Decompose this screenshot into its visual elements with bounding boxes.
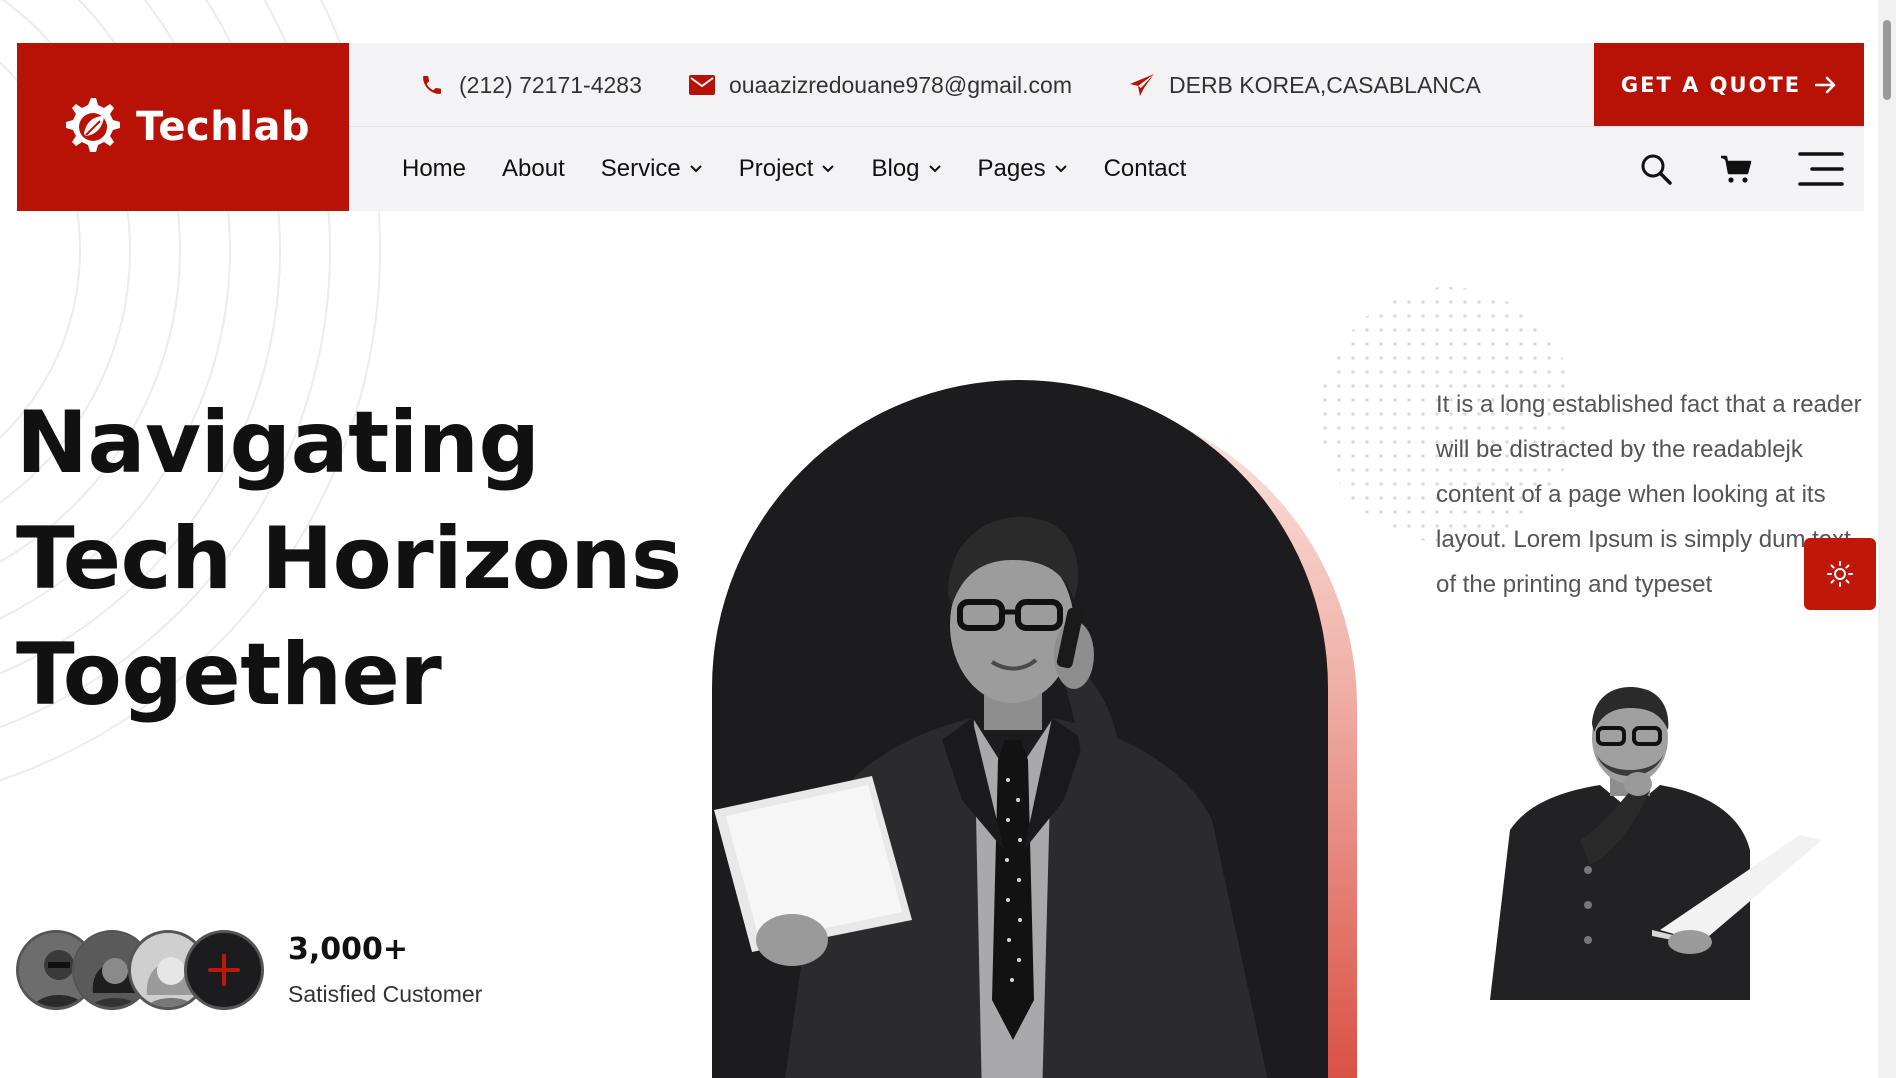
add-customer-button[interactable] [184,930,264,1010]
email-contact[interactable]: ouaazizredouane978@gmail.com [689,43,1072,127]
phone-icon [419,72,445,98]
hero-image [712,380,1328,1078]
customers-block: 3,000+ Satisfied Customer [16,930,482,1010]
nav-item-contact[interactable]: Contact [1104,155,1187,183]
arrow-right-icon [1815,76,1836,93]
phone-contact[interactable]: (212) 72171-4283 [419,43,642,127]
chevron-down-icon [822,165,835,173]
businessman-illustration [714,516,1268,1078]
quote-label: GET A QUOTE [1620,72,1802,97]
chevron-down-icon [928,165,941,173]
nav-item-about[interactable]: About [502,155,565,183]
customers-count: 3,000+ [288,932,409,967]
chevron-down-icon [1054,165,1067,173]
nav-tools [1638,127,1844,211]
site-header: Techlab (212) 72171-4283 ouaazizredouane… [17,43,1864,211]
email-text: ouaazizredouane978@gmail.com [729,71,1073,98]
page-scrollbar[interactable] [1878,0,1896,1078]
man-with-laptop-illustration [1490,687,1822,1000]
plus-icon [208,954,240,986]
customers-text: 3,000+ Satisfied Customer [288,930,548,1008]
nav-item-blog[interactable]: Blog [871,155,941,183]
hero-title-line: Navigating [16,393,540,493]
sun-icon [1827,561,1853,587]
hero-title-line: Tech Horizons [16,509,682,609]
cart-icon[interactable] [1718,151,1754,187]
main-nav: Home About Service Project Blog Pages Co… [349,127,1864,211]
nav-item-pages[interactable]: Pages [978,155,1068,183]
address-text: DERB KOREA,CASABLANCA [1169,71,1481,98]
search-icon[interactable] [1638,151,1674,187]
menu-icon[interactable] [1798,151,1844,187]
address-contact[interactable]: DERB KOREA,CASABLANCA [1129,43,1481,127]
logo[interactable]: Techlab [17,43,349,211]
gear-leaf-icon [65,98,120,152]
get-a-quote-button[interactable]: GET A QUOTE [1594,43,1864,126]
phone-text: (212) 72171-4283 [459,71,642,98]
logo-text: Techlab [135,104,311,150]
chevron-down-icon [690,165,702,173]
theme-toggle-button[interactable] [1804,538,1876,610]
hero-title-line: Together [16,625,442,725]
paper-plane-icon [1129,72,1155,98]
hero-title: Navigating Tech Horizons Together [16,385,682,733]
customers-label: Satisfied Customer [288,981,483,1007]
nav-list: Home About Service Project Blog Pages Co… [402,127,1186,211]
nav-item-home[interactable]: Home [402,155,466,183]
contact-bar: (212) 72171-4283 ouaazizredouane978@gmai… [349,43,1864,127]
nav-item-service[interactable]: Service [601,155,703,183]
scrollbar-thumb[interactable] [1883,20,1891,100]
nav-item-project[interactable]: Project [739,155,836,183]
envelope-icon [689,72,715,98]
